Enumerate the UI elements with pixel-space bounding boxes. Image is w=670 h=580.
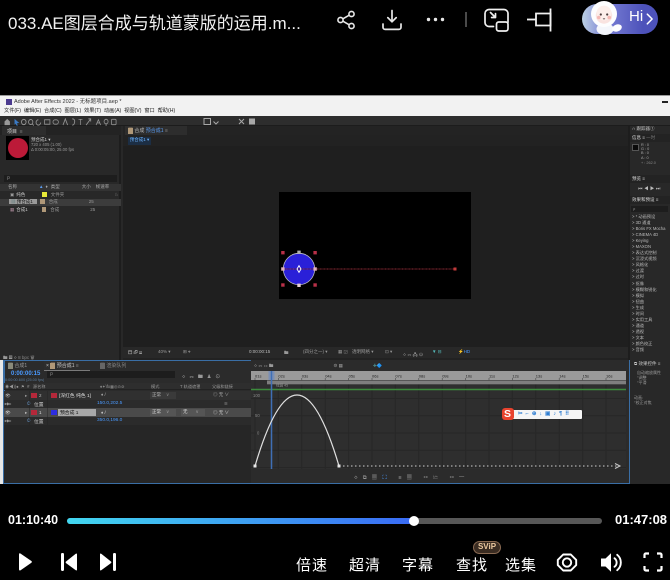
svg-text:绿屏 45: 绿屏 45: [276, 383, 288, 388]
svg-text:01s: 01s: [255, 374, 261, 379]
svg-text:15s: 15s: [583, 374, 589, 379]
svg-text:11s: 11s: [489, 374, 495, 379]
svg-text:05s: 05s: [349, 374, 355, 379]
svg-text:10s: 10s: [466, 374, 472, 379]
svg-text:04s: 04s: [325, 374, 331, 379]
svg-text:06s: 06s: [372, 374, 378, 379]
svg-text:100: 100: [253, 393, 261, 398]
svg-text:03s: 03s: [302, 374, 308, 379]
svg-text:14s: 14s: [559, 374, 565, 379]
svg-text:07s: 07s: [395, 374, 401, 379]
svg-text:09s: 09s: [442, 374, 448, 379]
svg-text:12s: 12s: [512, 374, 518, 379]
svg-text:50: 50: [255, 413, 260, 418]
svg-text:16s: 16s: [606, 374, 612, 379]
svg-text:02s: 02s: [278, 374, 284, 379]
svg-text:08s: 08s: [419, 374, 425, 379]
svg-text:T: T: [78, 118, 83, 126]
svg-text:13s: 13s: [536, 374, 542, 379]
